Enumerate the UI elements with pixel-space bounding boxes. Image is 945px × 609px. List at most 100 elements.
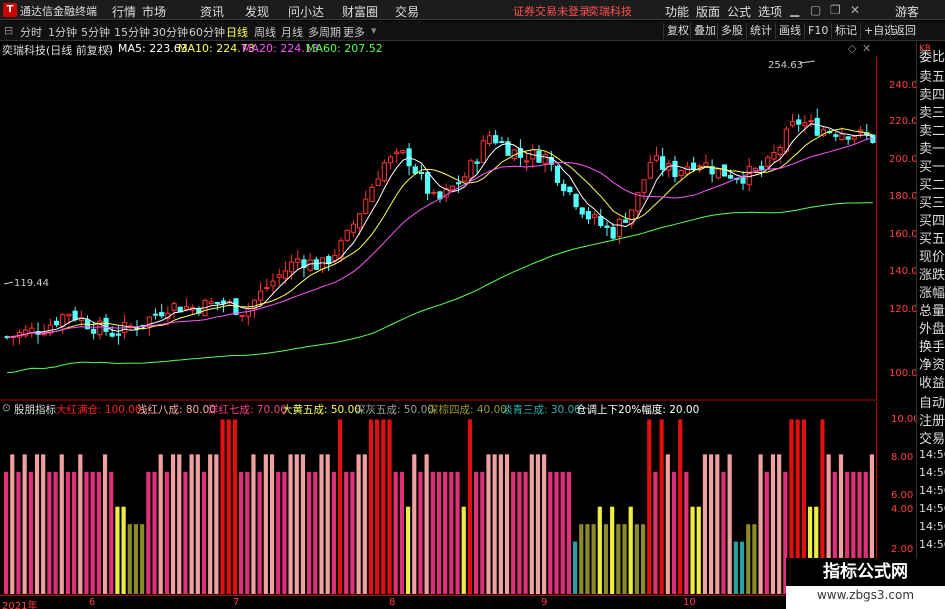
indicator-bar bbox=[362, 454, 367, 594]
rp-turnover[interactable]: 换手 bbox=[919, 336, 945, 355]
indicator-bar bbox=[47, 471, 52, 594]
candle-body bbox=[449, 185, 455, 191]
indicator-bar bbox=[201, 471, 207, 594]
rp-buy2[interactable]: 买二 bbox=[919, 174, 945, 193]
rp-sell5[interactable]: 卖五 bbox=[919, 66, 945, 85]
chart-close-icon[interactable]: ✕ bbox=[862, 42, 871, 55]
menu-news[interactable]: 资讯 bbox=[200, 3, 224, 20]
menu-trade[interactable]: 交易 bbox=[395, 3, 419, 20]
candle-body bbox=[833, 134, 839, 137]
menu-layout[interactable]: 版面 bbox=[696, 3, 720, 20]
menu-wealth[interactable]: 财富圈 bbox=[342, 3, 378, 20]
menu-markets[interactable]: 市场 bbox=[142, 3, 166, 20]
kline-chart[interactable]: 254.63 119.44 bbox=[0, 56, 876, 595]
period-multi[interactable]: 多周期 bbox=[308, 24, 341, 40]
more-dropdown-icon[interactable]: ▾ bbox=[371, 24, 377, 37]
indicator-bar bbox=[140, 524, 145, 594]
rp-buy3[interactable]: 买三 bbox=[919, 192, 945, 211]
indicator-bar bbox=[517, 471, 522, 594]
rp-buy1[interactable]: 买一 bbox=[919, 156, 945, 175]
period-30min[interactable]: 30分钟 bbox=[152, 24, 188, 40]
period-daily[interactable]: 日线 bbox=[226, 24, 248, 40]
period-60min[interactable]: 60分钟 bbox=[189, 24, 225, 40]
menu-discover[interactable]: 发现 bbox=[245, 3, 269, 20]
chart-options-icon[interactable]: ⊙ bbox=[104, 42, 113, 55]
indicator-bar bbox=[16, 471, 21, 594]
indicator-label-red: 大红满仓: 100.00 bbox=[56, 404, 142, 416]
btn-stats[interactable]: 统计 bbox=[746, 23, 775, 39]
indicator-bar bbox=[511, 471, 516, 594]
rp-change-pct[interactable]: 涨幅 bbox=[919, 282, 945, 301]
rp-sell2[interactable]: 卖二 bbox=[919, 120, 945, 139]
indicator-label-lightred: 浅红八成: 80.00 bbox=[137, 404, 216, 416]
rp-price[interactable]: 现价 bbox=[919, 246, 945, 265]
indicator-bar bbox=[208, 454, 213, 594]
chart-settings-icon[interactable]: ◇ bbox=[848, 42, 856, 55]
stock-name-title: 奕瑞科技 bbox=[588, 5, 632, 18]
rp-weibi[interactable]: 委比 bbox=[919, 46, 945, 65]
menu-formula[interactable]: 公式 bbox=[727, 3, 751, 20]
btn-draw[interactable]: 画线 bbox=[775, 23, 804, 39]
rp-buy5[interactable]: 买五 bbox=[919, 228, 945, 247]
indicator-bar bbox=[300, 454, 306, 594]
btn-back[interactable]: 返回 bbox=[890, 23, 919, 39]
menu-options[interactable]: 选项 bbox=[758, 3, 782, 20]
indicator-bar bbox=[127, 524, 132, 594]
menu-function[interactable]: 功能 bbox=[665, 3, 689, 20]
candle-body bbox=[462, 176, 468, 182]
period-timeshare[interactable]: 分时 bbox=[20, 24, 42, 40]
indicator-bar bbox=[746, 524, 751, 594]
maximize-icon[interactable]: ▢ bbox=[810, 3, 821, 17]
period-monthly[interactable]: 月线 bbox=[281, 24, 303, 40]
indicator-bar bbox=[486, 454, 491, 594]
period-weekly[interactable]: 周线 bbox=[254, 24, 276, 40]
period-15min[interactable]: 15分钟 bbox=[114, 24, 150, 40]
btn-f10[interactable]: F10 bbox=[804, 23, 831, 39]
indicator-options-icon[interactable]: ⊙ bbox=[2, 402, 11, 414]
indicator-bar bbox=[405, 506, 411, 594]
ma20-line bbox=[7, 137, 873, 338]
restore-icon[interactable]: ❐ bbox=[830, 3, 841, 17]
btn-multistock[interactable]: 多股 bbox=[717, 23, 746, 39]
period-more[interactable]: 更多 bbox=[343, 24, 365, 40]
indicator-bar bbox=[430, 471, 435, 594]
rp-auto[interactable]: 自动 bbox=[919, 392, 945, 411]
rp-change[interactable]: 涨跌 bbox=[919, 264, 945, 283]
indicator-bar bbox=[777, 454, 782, 594]
user-label[interactable]: 游客 bbox=[895, 3, 919, 20]
candle-body bbox=[171, 303, 177, 311]
rp-outer[interactable]: 外盘 bbox=[919, 318, 945, 337]
btn-adjust[interactable]: 复权 bbox=[663, 23, 692, 39]
period-5min[interactable]: 5分钟 bbox=[81, 24, 110, 40]
rp-buy4[interactable]: 买四 bbox=[919, 210, 945, 229]
indicator-bar bbox=[492, 454, 497, 594]
rp-earnings[interactable]: 收益 bbox=[919, 372, 945, 391]
period-1min[interactable]: 1分钟 bbox=[48, 24, 77, 40]
indicator-bar bbox=[158, 454, 163, 594]
indicator-bar bbox=[449, 471, 454, 594]
login-notice[interactable]: 证券交易未登录 bbox=[513, 3, 590, 19]
rp-trade[interactable]: 交易 bbox=[919, 428, 945, 447]
candle-body bbox=[585, 211, 592, 220]
rp-netasset[interactable]: 净资 bbox=[919, 354, 945, 373]
rp-register[interactable]: 注册 bbox=[919, 410, 945, 429]
menu-market[interactable]: 行情 bbox=[112, 3, 136, 20]
indicator-bar bbox=[232, 419, 238, 594]
menu-ask[interactable]: 问小达 bbox=[288, 3, 324, 20]
rp-sell4[interactable]: 卖四 bbox=[919, 84, 945, 103]
candle-body bbox=[567, 186, 573, 193]
candle-body bbox=[375, 178, 381, 186]
indicator-bar bbox=[189, 454, 194, 594]
indicator-bar bbox=[727, 454, 732, 594]
btn-overlay[interactable]: 叠加 bbox=[690, 23, 719, 39]
close-icon[interactable]: ✕ bbox=[850, 3, 860, 17]
rp-sell3[interactable]: 卖三 bbox=[919, 102, 945, 121]
candle-body bbox=[660, 156, 666, 170]
toolbar-toggle-icon[interactable]: ⊟ bbox=[4, 24, 13, 37]
rp-volume[interactable]: 总量 bbox=[919, 300, 945, 319]
candle-body bbox=[728, 175, 734, 179]
minimize-icon[interactable]: ▁ bbox=[790, 3, 799, 17]
candle-body bbox=[493, 135, 499, 144]
btn-mark[interactable]: 标记 bbox=[831, 23, 860, 39]
rp-sell1[interactable]: 卖一 bbox=[919, 138, 945, 157]
